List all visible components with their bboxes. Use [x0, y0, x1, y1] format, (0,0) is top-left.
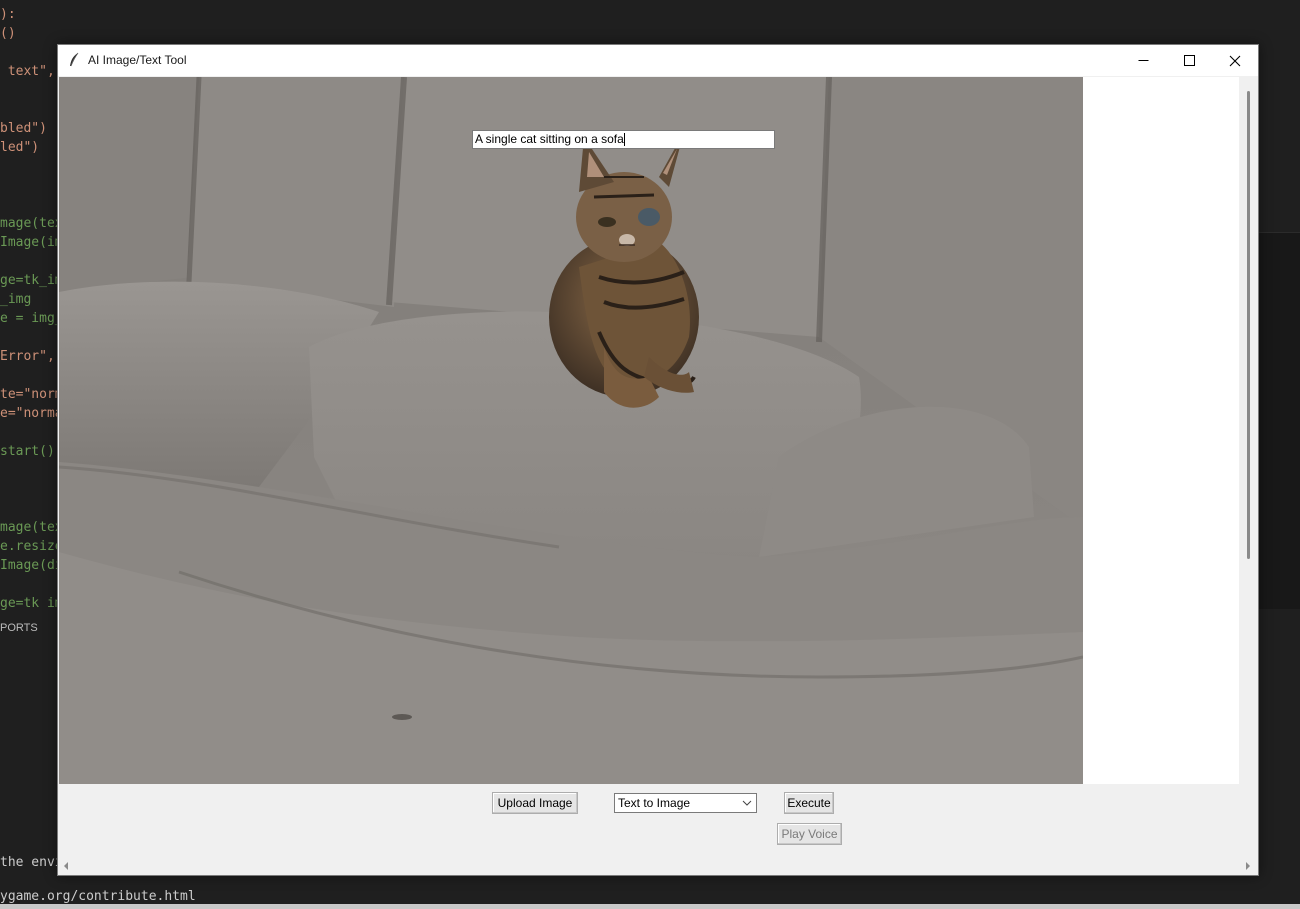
execute-button[interactable]: Execute [784, 792, 834, 814]
scroll-right-icon[interactable] [1246, 862, 1250, 870]
code-line: start() [0, 444, 55, 459]
feather-icon [66, 52, 82, 68]
execute-label: Execute [787, 796, 831, 810]
code-line: _img [0, 292, 32, 307]
code-line: ): [0, 7, 16, 22]
close-icon [1229, 55, 1241, 66]
code-line: mage(tex [0, 520, 63, 535]
prompt-input[interactable]: A single cat sitting on a sofa [472, 130, 775, 149]
code-line: ge=tk im [0, 596, 63, 611]
prompt-text: A single cat sitting on a sofa [475, 132, 624, 146]
generated-image [59, 77, 1083, 784]
play-voice-label: Play Voice [781, 827, 838, 841]
minimize-icon [1138, 60, 1148, 61]
status-bar [0, 904, 1300, 909]
vertical-scrollbar-thumb[interactable] [1247, 91, 1250, 559]
horizontal-scrollbar[interactable] [58, 858, 1256, 874]
code-line: bled") [0, 121, 47, 136]
maximize-icon [1183, 55, 1195, 66]
close-button[interactable] [1212, 45, 1258, 76]
scroll-left-icon[interactable] [64, 862, 68, 870]
code-line: PORTS [0, 622, 38, 634]
upload-image-label: Upload Image [497, 796, 573, 810]
code-line: ge=tk_im [0, 273, 63, 288]
window-title: AI Image/Text Tool [88, 53, 187, 67]
code-line: te="norm [0, 387, 63, 402]
code-line: led") [0, 140, 40, 155]
play-voice-button[interactable]: Play Voice [777, 823, 842, 845]
app-window: AI Image/Text Tool Upload Image Text to … [57, 44, 1259, 876]
code-line: Image(im [0, 235, 63, 250]
chevron-down-icon [742, 800, 752, 806]
code-line: mage(tex [0, 216, 63, 231]
code-line: ygame.org/contribute.html [0, 889, 196, 904]
code-line: e = img_ [0, 311, 63, 326]
code-line: text", [0, 64, 55, 79]
text-caret [623, 133, 625, 147]
code-line: Error", [0, 349, 55, 364]
code-line: e.resize [0, 539, 63, 554]
code-line: Image(di [0, 558, 63, 573]
upload-image-button[interactable]: Upload Image [492, 792, 578, 814]
maximize-button[interactable] [1166, 45, 1212, 76]
vertical-scrollbar[interactable] [1241, 77, 1256, 784]
image-canvas [59, 77, 1239, 784]
code-line: e="norma [0, 406, 63, 421]
mode-select[interactable]: Text to Image [614, 793, 757, 813]
code-line: () [0, 26, 16, 41]
minimize-button[interactable] [1120, 45, 1166, 76]
title-bar[interactable]: AI Image/Text Tool [58, 45, 1258, 76]
mode-select-value: Text to Image [618, 796, 691, 810]
